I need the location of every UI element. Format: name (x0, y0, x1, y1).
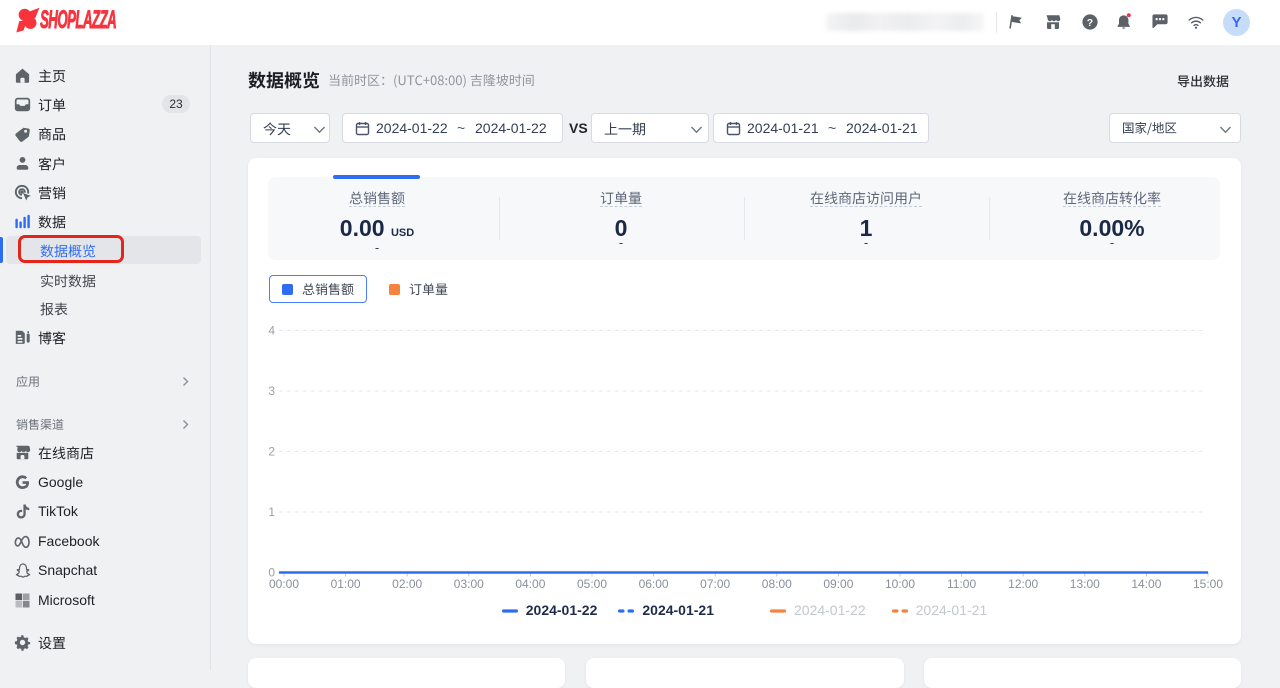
svg-text:08:00: 08:00 (762, 577, 792, 591)
svg-text:10:00: 10:00 (885, 577, 915, 591)
svg-text:3: 3 (268, 384, 275, 398)
svg-text:11:00: 11:00 (947, 577, 976, 591)
svg-text:04:00: 04:00 (515, 577, 545, 591)
svg-text:06:00: 06:00 (639, 577, 669, 591)
svg-text:09:00: 09:00 (823, 577, 853, 591)
svg-text:1: 1 (268, 505, 275, 519)
svg-text:07:00: 07:00 (700, 577, 730, 591)
svg-text:02:00: 02:00 (392, 577, 422, 591)
svg-text:01:00: 01:00 (331, 577, 361, 591)
svg-text:2: 2 (268, 445, 275, 459)
svg-text:00:00: 00:00 (269, 577, 299, 591)
svg-text:?: ? (1087, 17, 1093, 29)
svg-text:12:00: 12:00 (1008, 577, 1038, 591)
svg-text:05:00: 05:00 (577, 577, 607, 591)
svg-text:15:00: 15:00 (1193, 577, 1223, 591)
svg-text:13:00: 13:00 (1070, 577, 1100, 591)
svg-text:4: 4 (268, 324, 275, 338)
svg-text:14:00: 14:00 (1131, 577, 1161, 591)
svg-text:03:00: 03:00 (454, 577, 484, 591)
